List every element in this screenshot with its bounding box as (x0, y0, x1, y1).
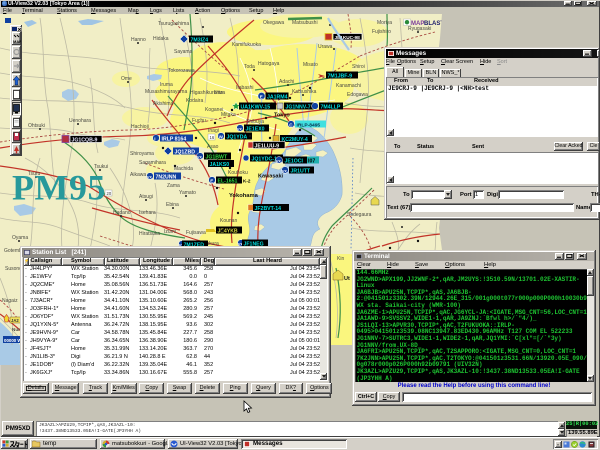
svg-text:JE1LUU-9: JE1LUU-9 (255, 144, 280, 150)
svg-text:JE1EX0: JE1EX0 (246, 127, 265, 133)
svg-text:VX: VX (197, 155, 202, 159)
svg-text:Kamifukuoka: Kamifukuoka (232, 42, 261, 48)
svg-text:7M3IZ4: 7M3IZ4 (191, 38, 209, 44)
svg-text:7M1JBF-9: 7M1JBF-9 (328, 74, 353, 80)
svg-text:Fujishiro: Fujishiro (372, 29, 391, 35)
svg-text:7N2UNN: 7N2UNN (156, 175, 177, 181)
svg-text:I07: I07 (308, 159, 315, 165)
svg-text:Edogawa: Edogawa (347, 92, 368, 98)
svg-text:Yamato: Yamato (179, 190, 196, 196)
svg-text:Fujisawa: Fujisawa (186, 230, 206, 236)
svg-text:Kin: Kin (337, 256, 344, 262)
svg-text:Nagaiz: Nagaiz (2, 298, 18, 304)
svg-text:JQ1YDA: JQ1YDA (227, 135, 248, 141)
svg-text:Inagi: Inagi (208, 128, 219, 134)
svg-text:IRLP-8495: IRLP-8495 (297, 123, 321, 129)
svg-text:Musashimurayama: Musashimurayama (145, 89, 187, 95)
svg-text:Ryugasaki: Ryugasaki (408, 26, 431, 32)
svg-text:VX: VX (276, 159, 281, 163)
svg-text:Kodaira: Kodaira (186, 98, 203, 104)
svg-text:JG1BWT: JG1BWT (206, 155, 228, 161)
svg-text:Izumi: Izumi (164, 229, 176, 235)
svg-text:Ebina: Ebina (166, 202, 179, 208)
svg-text:Hidaka: Hidaka (153, 36, 169, 42)
svg-text:Hatogaya: Hatogaya (258, 61, 280, 67)
svg-text:JQ1ZBD: JQ1ZBD (175, 150, 196, 156)
svg-text:Niiza: Niiza (214, 90, 225, 96)
svg-text:Sodegaura: Sodegaura (347, 212, 372, 218)
svg-text:Asao: Asao (207, 144, 219, 150)
svg-text:7M4LLP: 7M4LLP (321, 105, 341, 111)
svg-text:VX: VX (282, 169, 287, 173)
svg-text:Adachi: Adachi (279, 79, 294, 85)
svg-text:Tokorozawa: Tokorozawa (168, 68, 195, 74)
svg-text:Katsushika: Katsushika (292, 89, 317, 95)
svg-text:16: 16 (210, 135, 215, 140)
svg-text:Shibuya: Shibuya (246, 119, 264, 125)
svg-text:K-2: K-2 (243, 179, 251, 184)
svg-text:Ut: Ut (344, 276, 350, 282)
svg-text:Tsuru: Tsuru (28, 171, 40, 177)
svg-text:Mitaka: Mitaka (221, 112, 236, 118)
svg-text:Moriya: Moriya (377, 20, 392, 26)
svg-text:JR1UTT: JR1UTT (291, 169, 311, 175)
svg-text:VX: VX (147, 175, 152, 179)
svg-text:JG1NNV-7: JG1NNV-7 (286, 105, 311, 111)
svg-text:JE1OCI: JE1OCI (285, 159, 304, 165)
svg-text:E: E (260, 94, 263, 99)
svg-text:Hanno: Hanno (131, 37, 146, 43)
svg-text:Fuchu: Fuchu (192, 118, 206, 124)
svg-text:W: W (219, 135, 224, 140)
svg-text:Urawa: Urawa (318, 44, 333, 50)
svg-text:Matsubushi: Matsubushi (292, 20, 318, 26)
svg-text:Aikawa: Aikawa (130, 172, 146, 178)
svg-text:Kounan: Kounan (220, 218, 237, 224)
svg-text:Ome: Ome (121, 76, 132, 82)
svg-text:Misato: Misato (303, 62, 318, 68)
svg-text:I: I (154, 136, 155, 141)
svg-text:Uenohara: Uenohara (69, 118, 91, 124)
svg-text:Shiroi: Shiroi (352, 64, 365, 70)
svg-text:Kouhoku: Kouhoku (228, 170, 248, 176)
svg-text:Hachioji: Hachioji (131, 124, 149, 130)
svg-text:JA1KS0: JA1KS0 (210, 162, 230, 168)
svg-text:Yokohama: Yokohama (229, 193, 259, 199)
svg-text:Sayama: Sayama (174, 49, 193, 55)
svg-text:Akishima: Akishima (153, 101, 174, 107)
svg-text:Toda: Toda (244, 64, 255, 70)
svg-text:UA1KWV-15: UA1KWV-15 (241, 105, 271, 111)
svg-text:MAP: MAP (13, 39, 21, 44)
svg-text:VX: VX (237, 127, 242, 131)
svg-text:JF2BVT-14: JF2BVT-14 (255, 206, 282, 212)
svg-text:Hiratsuka: Hiratsuka (139, 231, 160, 237)
svg-text:Okegawa: Okegawa (263, 20, 284, 26)
svg-text:Iruma: Iruma (160, 82, 173, 88)
svg-text:E: E (210, 178, 213, 183)
svg-text:Oyama: Oyama (12, 235, 28, 241)
svg-text:KC2MUY-4: KC2MUY-4 (282, 137, 308, 143)
svg-text:20: 20 (107, 191, 112, 196)
svg-text:Sagamihara: Sagamihara (139, 160, 166, 166)
svg-text:Zama: Zama (167, 183, 180, 189)
svg-text:Kawasaki: Kawasaki (258, 174, 284, 180)
svg-text:JQ1YDC-1: JQ1YDC-1 (252, 157, 277, 163)
svg-text:IRLP 8164: IRLP 8164 (162, 137, 187, 143)
svg-text:Tsurugashima: Tsurugashima (158, 21, 189, 27)
svg-text:JG1CQB-9: JG1CQB-9 (72, 138, 98, 144)
svg-text:Itabashi: Itabashi (236, 85, 254, 91)
svg-text:Ohtsuki: Ohtsuki (28, 123, 45, 129)
svg-text:JE4YKB: JE4YKB (218, 229, 238, 235)
svg-text:Machida: Machida (174, 166, 193, 172)
svg-text:JA1RM4: JA1RM4 (267, 95, 288, 101)
svg-text:EL-1651: EL-1651 (218, 179, 238, 185)
svg-text:Shiroyama: Shiroyama (130, 151, 154, 157)
svg-text:JA2: JA2 (11, 318, 19, 323)
svg-text:Kanamachi: Kanamachi (336, 83, 361, 89)
svg-text:Hadano: Hadano (113, 210, 131, 216)
svg-text:PM95: PM95 (12, 168, 106, 208)
svg-text:Isehara: Isehara (139, 210, 156, 216)
svg-text:Tsukui: Tsukui (94, 164, 108, 170)
svg-text:Atsugi: Atsugi (139, 194, 153, 200)
svg-text:Tokyo: Tokyo (274, 113, 290, 119)
